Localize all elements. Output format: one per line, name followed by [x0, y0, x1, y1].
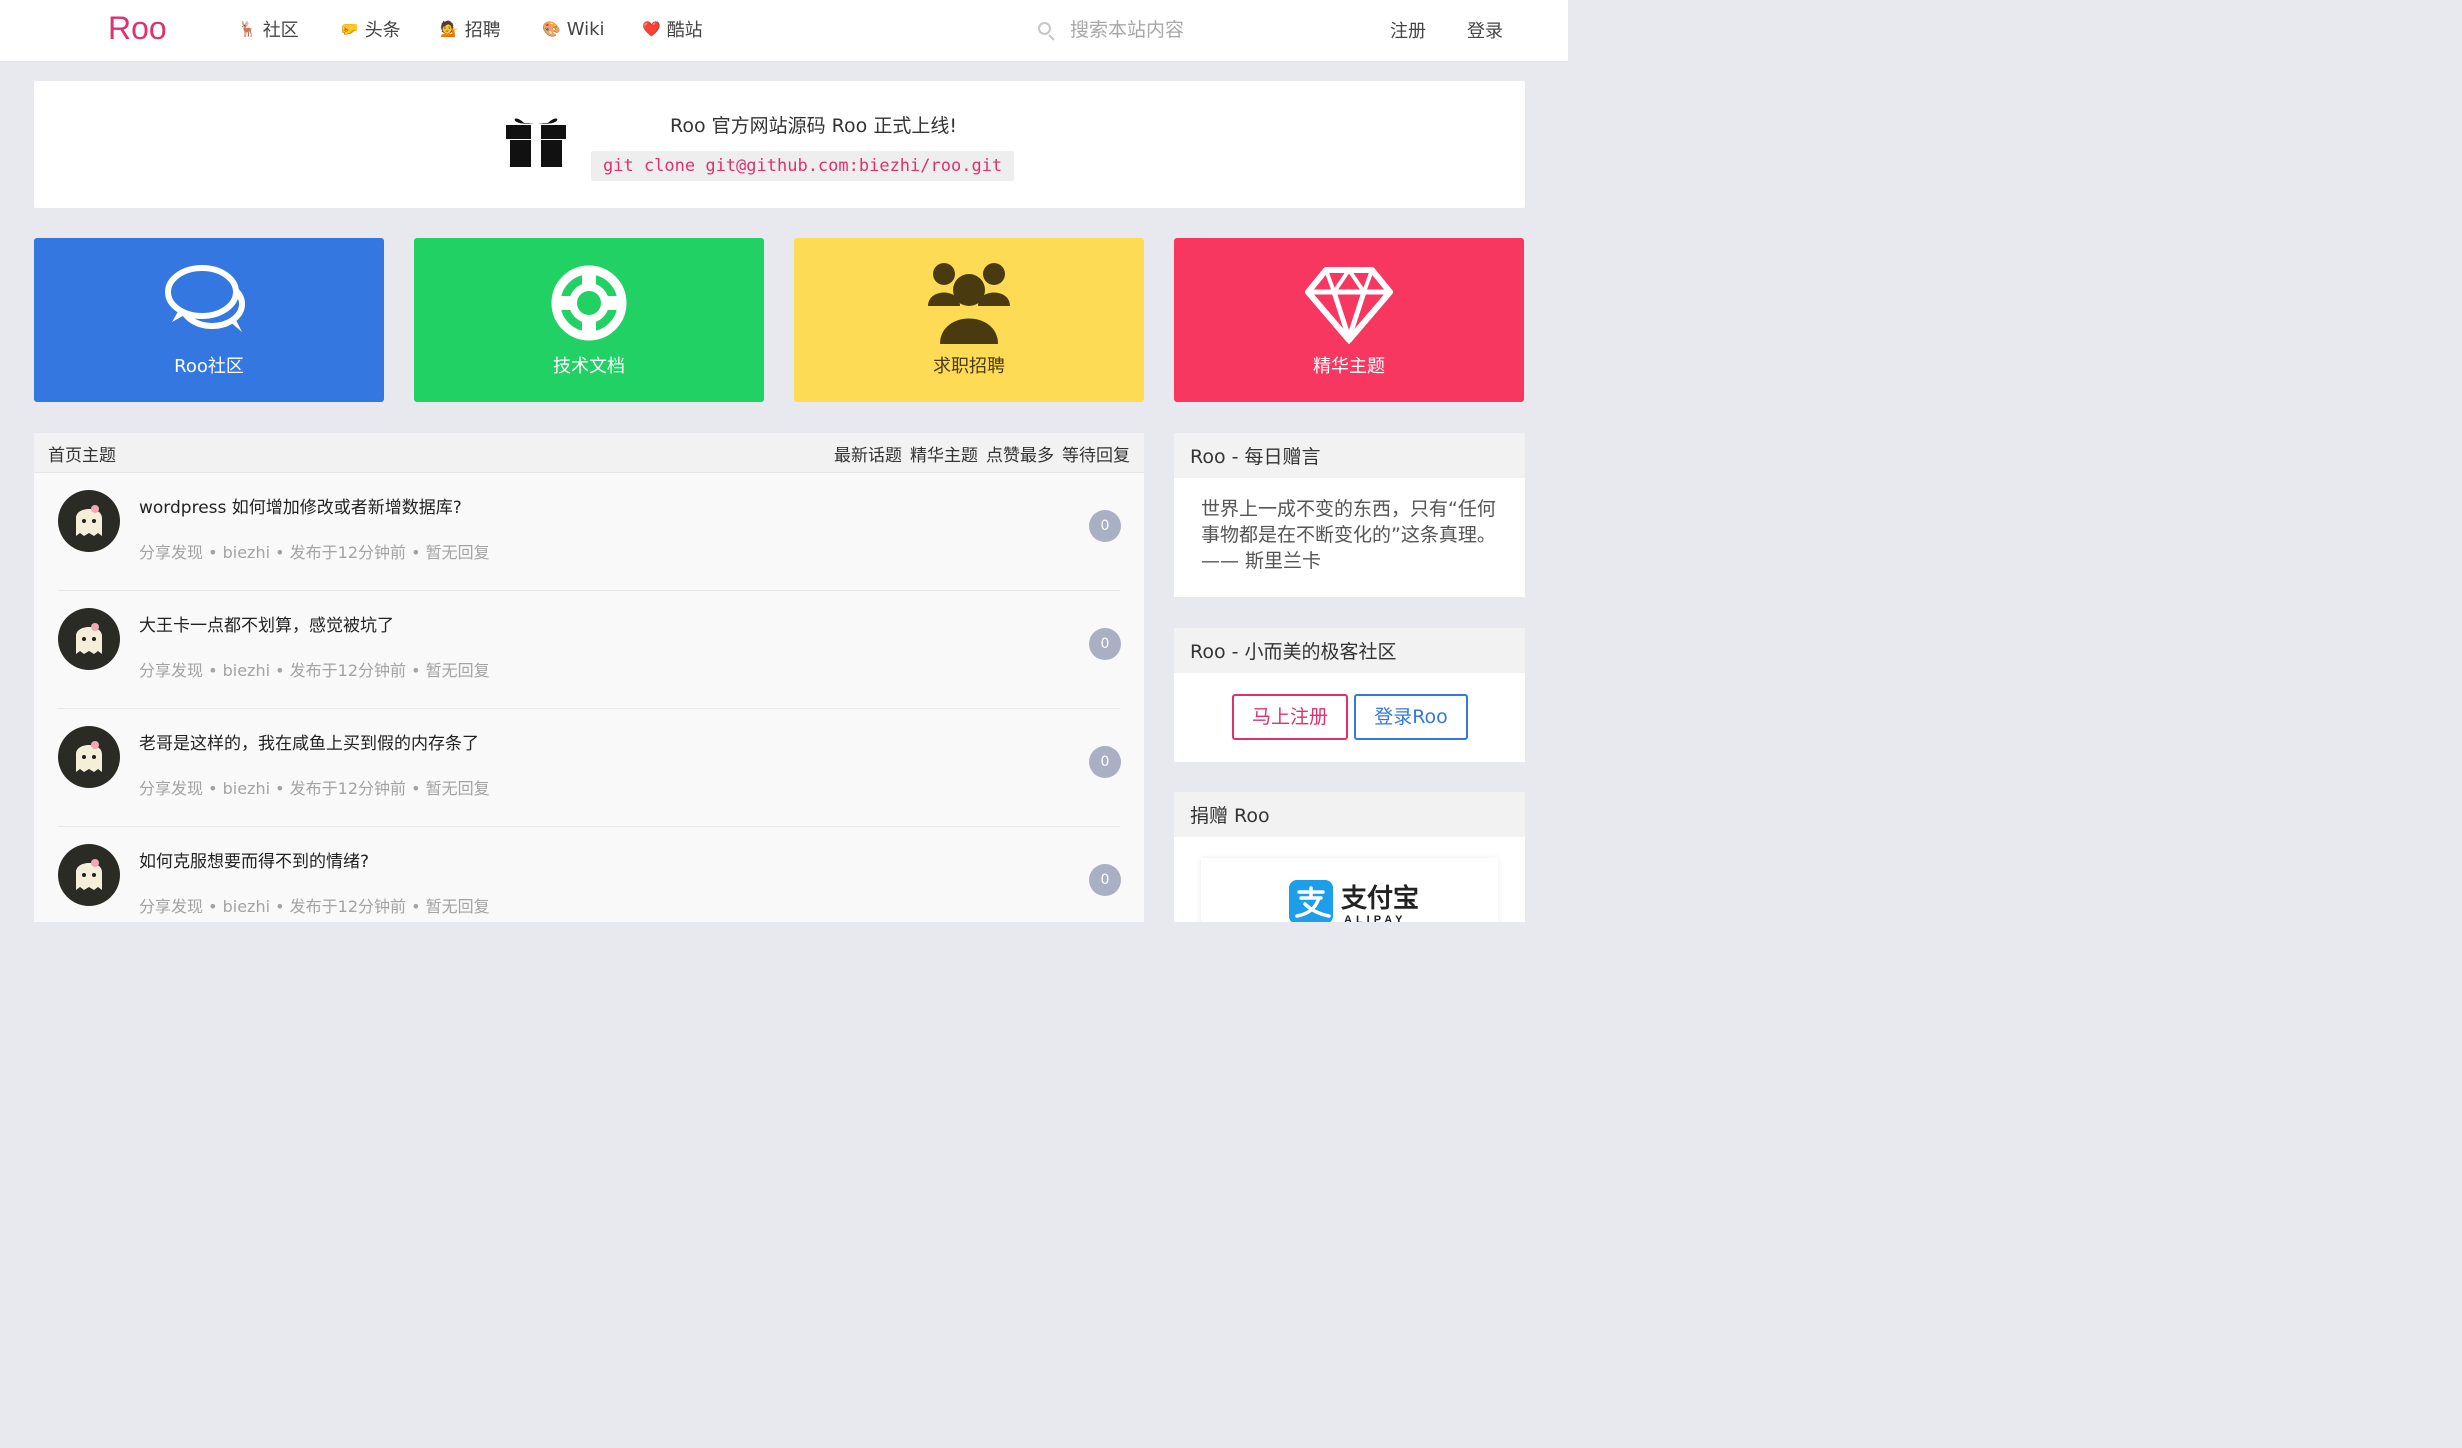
tile-roo-community[interactable]: Roo社区 [34, 238, 384, 402]
filter-latest[interactable]: 最新话题 [834, 441, 902, 466]
announcement-code: git clone git@github.com:biezhi/roo.git [591, 151, 1015, 181]
nav-item-label: 招聘 [464, 20, 501, 41]
panel-title: Roo - 每日赠言 [1174, 433, 1525, 478]
ghost-avatar-icon [76, 505, 102, 536]
alipay-name-en: ALIPAY [1344, 914, 1407, 922]
search-box [1036, 15, 1310, 45]
reply-count-badge: 0 [1089, 628, 1121, 660]
fist-icon: 🤛 [340, 20, 359, 38]
filter-most-liked[interactable]: 点赞最多 [986, 441, 1054, 466]
quote-text: 世界上一成不变的东西，只有“任何事物都是在不断变化的”这条真理。—— 斯里兰卡 [1201, 498, 1496, 572]
reply-count-badge: 0 [1089, 746, 1121, 778]
avatar[interactable] [58, 608, 120, 670]
nav-item-label: Wiki [566, 18, 605, 40]
gift-icon [506, 118, 566, 167]
tile-label: 求职招聘 [933, 356, 1005, 377]
avatar[interactable] [58, 844, 120, 906]
topic-meta: 分享发现 • biezhi • 发布于12分钟前 • 暂无回复 [139, 897, 490, 916]
filter-featured[interactable]: 精华主题 [910, 441, 978, 466]
topic-title[interactable]: 老哥是这样的，我在咸鱼上买到假的内存条了 [139, 729, 479, 754]
tile-jobs[interactable]: 求职招聘 [794, 238, 1144, 402]
topic-row[interactable]: wordpress 如何增加修改或者新增数据库? 分享发现 • biezhi •… [58, 473, 1121, 591]
daily-quote-panel: Roo - 每日赠言 世界上一成不变的东西，只有“任何事物都是在不断变化的”这条… [1174, 433, 1525, 597]
register-link[interactable]: 注册 [1390, 17, 1426, 43]
topics-panel: 首页主题 最新话题 精华主题 点赞最多 等待回复 wordpress 如何增加修… [34, 433, 1144, 922]
register-button[interactable]: 马上注册 [1232, 694, 1348, 740]
ghost-avatar-icon [76, 623, 102, 654]
topic-title[interactable]: 如何克服想要而得不到的情绪? [139, 847, 369, 872]
panel-title: Roo - 小而美的极客社区 [1174, 628, 1525, 673]
alipay-card[interactable]: 支付宝 ALIPAY [1201, 858, 1498, 922]
users-icon [928, 263, 1010, 344]
avatar[interactable] [58, 490, 120, 552]
nav-item-label: 头条 [364, 20, 401, 41]
avatar[interactable] [58, 726, 120, 788]
donate-panel: 捐赠 Roo 支付宝 ALIPAY [1174, 792, 1525, 922]
reply-count-badge: 0 [1089, 864, 1121, 896]
search-icon [1036, 19, 1058, 41]
nav-item-headlines[interactable]: 🤛 头条 [340, 17, 401, 41]
person-tipping-hand-icon: 💁 [440, 20, 459, 38]
tile-label: Roo社区 [174, 356, 244, 377]
filter-awaiting-reply[interactable]: 等待回复 [1062, 441, 1130, 466]
topics-filters: 最新话题 精华主题 点赞最多 等待回复 [834, 441, 1130, 466]
life-ring-icon [551, 265, 627, 341]
topic-row[interactable]: 老哥是这样的，我在咸鱼上买到假的内存条了 分享发现 • biezhi • 发布于… [58, 709, 1121, 827]
chat-bubbles-icon [165, 265, 245, 332]
tile-label: 技术文档 [553, 356, 625, 377]
panel-title: 捐赠 Roo [1174, 792, 1525, 837]
nav-item-cool-sites[interactable]: ❤️ 酷站 [642, 17, 703, 41]
ghost-avatar-icon [76, 741, 102, 772]
alipay-logo-icon [1289, 880, 1333, 922]
diamond-icon [1305, 266, 1393, 344]
community-panel: Roo - 小而美的极客社区 马上注册 登录Roo [1174, 628, 1525, 762]
topics-header: 首页主题 最新话题 精华主题 点赞最多 等待回复 [34, 433, 1144, 473]
ghost-avatar-icon [76, 859, 102, 890]
nav-item-wiki[interactable]: 🎨 Wiki [542, 17, 605, 41]
tile-tech-docs[interactable]: 技术文档 [414, 238, 764, 402]
topic-title[interactable]: wordpress 如何增加修改或者新增数据库? [139, 493, 462, 518]
topic-row[interactable]: 如何克服想要而得不到的情绪? 分享发现 • biezhi • 发布于12分钟前 … [58, 827, 1121, 922]
nav-item-jobs[interactable]: 💁 招聘 [440, 17, 501, 41]
top-navbar: Roo 🦌 社区 🤛 头条 💁 招聘 🎨 Wiki ❤️ 酷站 注册 登录 [0, 0, 1568, 62]
topics-title: 首页主题 [48, 446, 116, 466]
topic-title[interactable]: 大王卡一点都不划算，感觉被坑了 [139, 611, 394, 636]
announcement-banner: Roo 官方网站源码 Roo 正式上线! git clone git@githu… [34, 81, 1525, 208]
brand-logo[interactable]: Roo [108, 10, 167, 47]
nav-item-label: 酷站 [666, 20, 703, 41]
nav-item-community[interactable]: 🦌 社区 [238, 17, 299, 41]
reply-count-badge: 0 [1089, 510, 1121, 542]
login-link[interactable]: 登录 [1467, 17, 1503, 43]
announcement-title: Roo 官方网站源码 Roo 正式上线! [670, 115, 957, 137]
deer-icon: 🦌 [238, 20, 257, 38]
tile-featured-topics[interactable]: 精华主题 [1174, 238, 1524, 402]
topic-meta: 分享发现 • biezhi • 发布于12分钟前 • 暂无回复 [139, 779, 490, 798]
topic-meta: 分享发现 • biezhi • 发布于12分钟前 • 暂无回复 [139, 543, 490, 562]
topic-row[interactable]: 大王卡一点都不划算，感觉被坑了 分享发现 • biezhi • 发布于12分钟前… [58, 591, 1121, 709]
alipay-name-cn: 支付宝 [1341, 884, 1420, 914]
search-input[interactable] [1070, 19, 1310, 41]
heart-icon: ❤️ [642, 20, 661, 38]
nav-item-label: 社区 [262, 20, 299, 41]
login-button[interactable]: 登录Roo [1354, 694, 1468, 740]
palette-icon: 🎨 [542, 20, 561, 38]
tile-label: 精华主题 [1313, 356, 1385, 377]
topic-meta: 分享发现 • biezhi • 发布于12分钟前 • 暂无回复 [139, 661, 490, 680]
